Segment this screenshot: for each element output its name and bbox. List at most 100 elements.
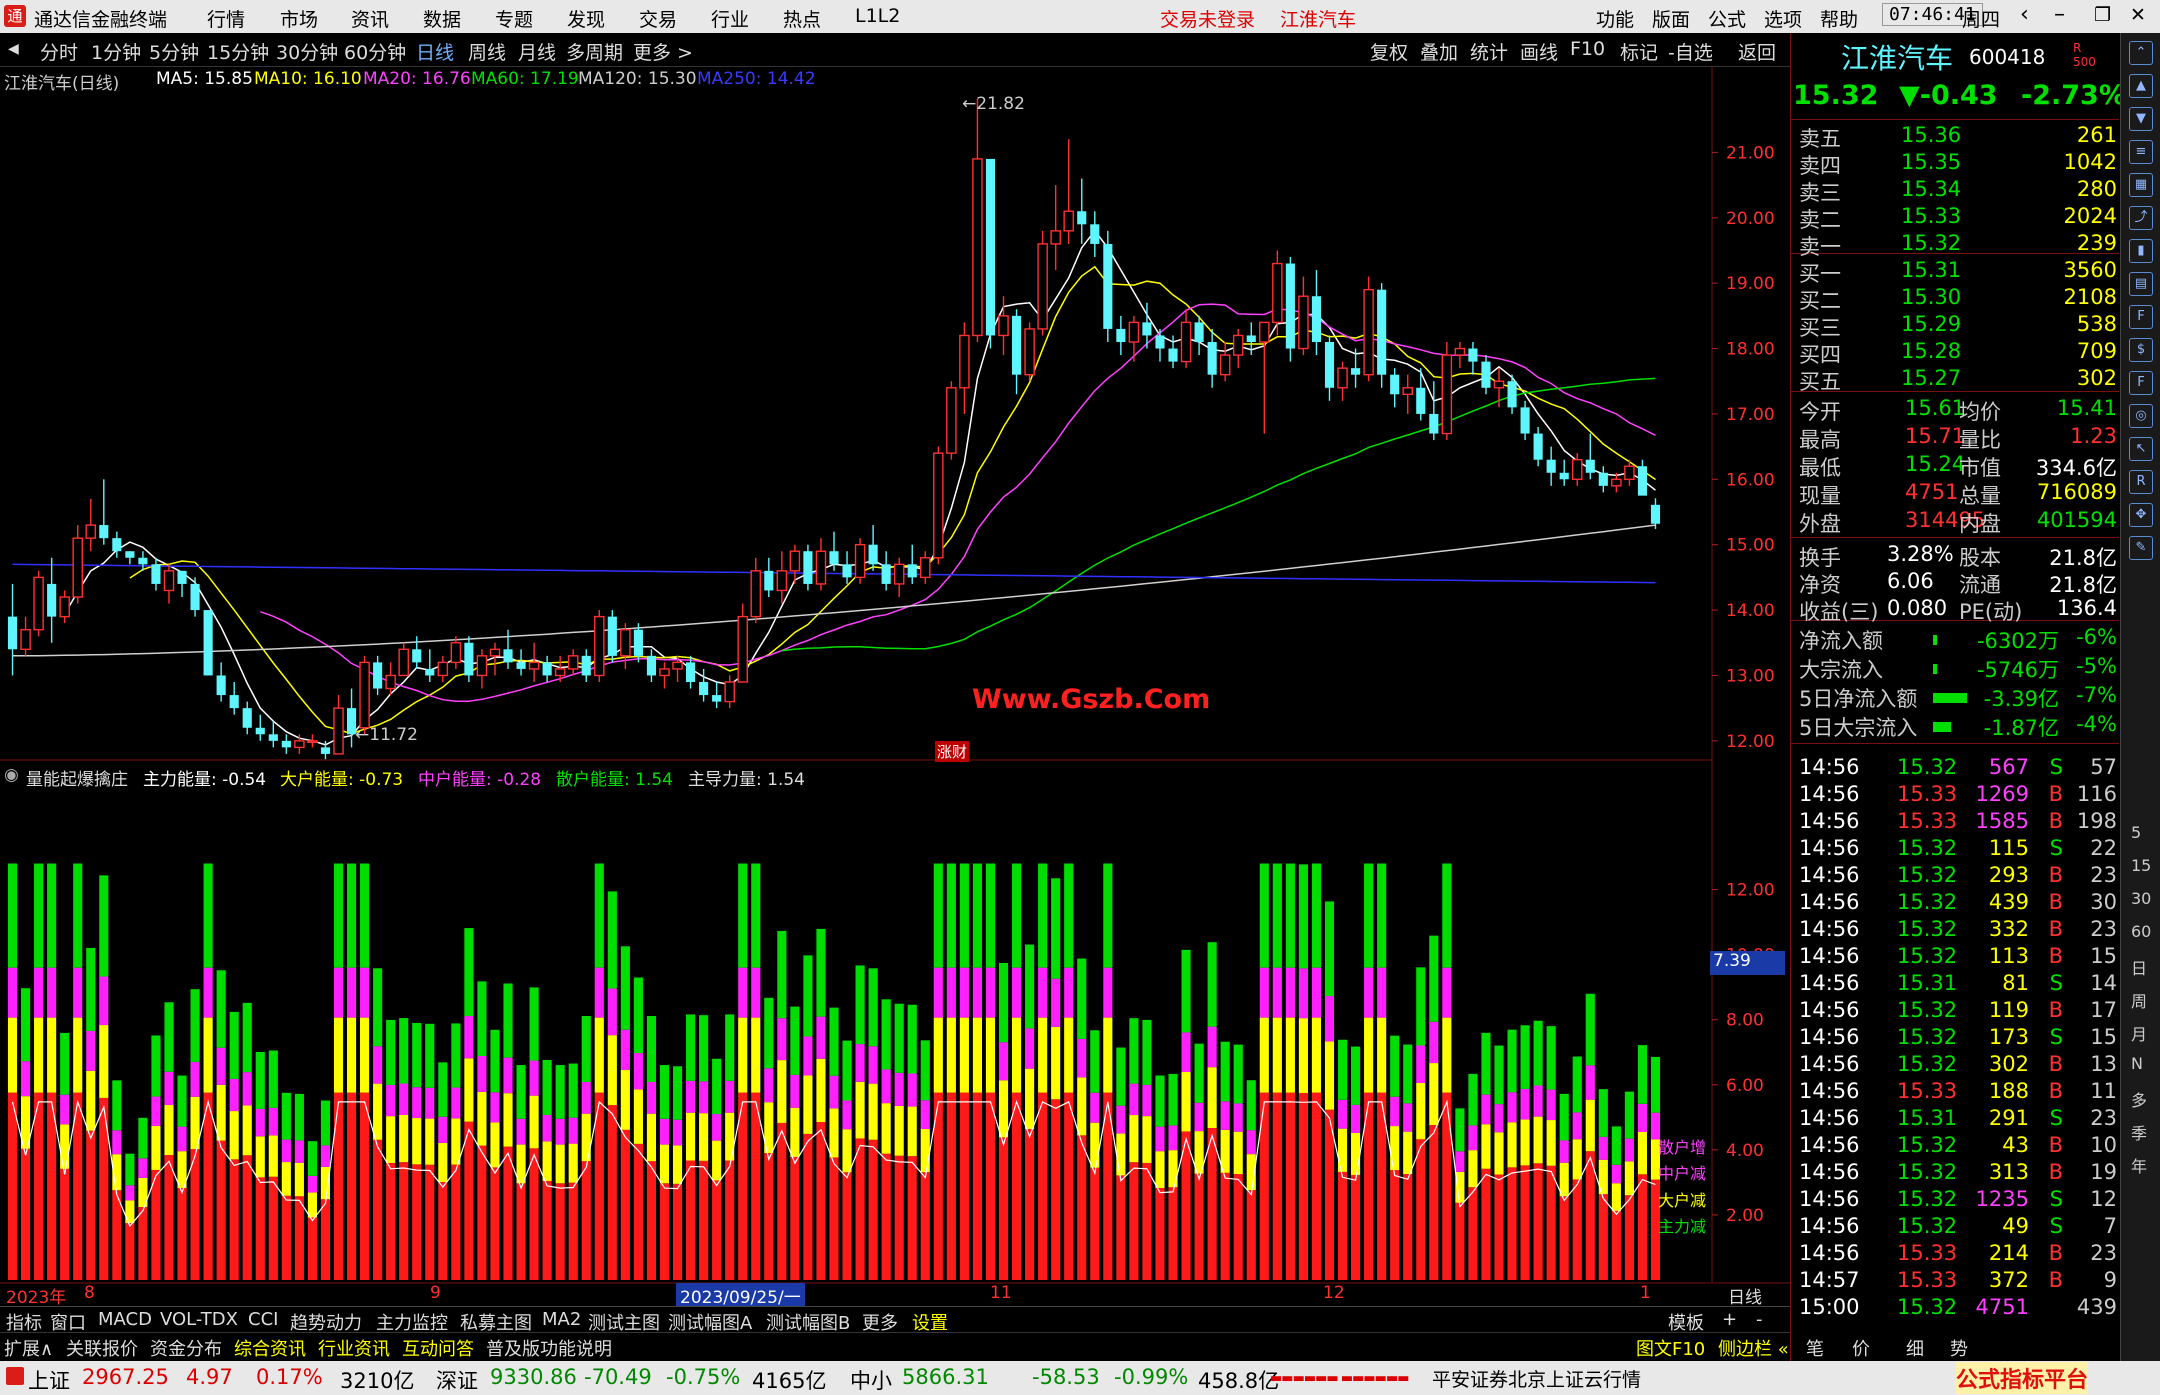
back-arrow-icon[interactable]: ‹ [2020,2,2029,27]
menu-item[interactable]: 选项 [1764,5,1802,32]
sidebar-period[interactable]: 30 [2131,889,2151,908]
sidebar-period[interactable]: 15 [2131,856,2151,875]
tab[interactable]: MA2 [542,1309,581,1330]
sh-label[interactable]: 上证 [28,1365,70,1395]
list-icon[interactable]: ≡ [2129,140,2153,164]
tab[interactable]: + [1722,1309,1737,1330]
sidebar-period[interactable]: 年 [2131,1153,2147,1177]
tab[interactable]: 资金分布 [150,1335,222,1361]
up-icon[interactable]: ▲ [2129,74,2153,98]
tab[interactable]: 互动问答 [402,1335,474,1361]
big-energy-bar [333,1017,344,1093]
tab[interactable]: 关联报价 [66,1335,138,1361]
period-tab[interactable]: 分时 [40,38,78,65]
tab[interactable]: MACD [98,1309,152,1330]
tab[interactable]: 笔 [1806,1335,1824,1361]
retail-energy-bar [946,863,956,968]
tab[interactable]: 行业资讯 [318,1335,390,1361]
menu-item[interactable]: 资讯 [351,5,389,32]
tool-button[interactable]: 返回 [1738,38,1776,65]
tab[interactable]: - [1756,1309,1763,1330]
menu-item[interactable]: 市场 [280,5,318,32]
pen-icon[interactable]: ✎ [2129,536,2153,560]
sidebar-period[interactable]: 月 [2131,1021,2147,1045]
target-icon[interactable]: ◎ [2129,404,2153,428]
period-tab[interactable]: 周线 [468,38,506,65]
doc-icon[interactable]: ▤ [2129,272,2153,296]
restore-icon[interactable]: ❐ [2094,4,2111,26]
tool-button[interactable]: 复权 [1370,38,1408,65]
tool-button[interactable]: -自选 [1668,38,1713,65]
minimize-icon[interactable]: – [2054,2,2065,27]
tool-button[interactable]: 叠加 [1420,38,1458,65]
zx-label[interactable]: 中小 [850,1365,892,1395]
menu-item[interactable]: 数据 [423,5,461,32]
menu-item[interactable]: 功能 [1596,5,1634,32]
expand-icon[interactable]: ⌃ [2129,41,2153,65]
tab[interactable]: 势 [1950,1335,1968,1361]
period-tab[interactable]: 1分钟 [91,38,141,65]
tool-button[interactable]: 统计 [1470,38,1508,65]
login-status[interactable]: 交易未登录 [1160,5,1255,32]
sidebar-period[interactable]: 60 [2131,922,2151,941]
rsi-icon[interactable]: R [2129,470,2153,494]
sz-label[interactable]: 深证 [436,1365,478,1395]
menu-item[interactable]: 交易 [639,5,677,32]
tab[interactable]: 价 [1852,1335,1870,1361]
tab[interactable]: 图文F10 [1636,1335,1705,1361]
period-tab[interactable]: 月线 [518,38,556,65]
mid-energy-bar [138,1158,148,1178]
big-energy-bar [868,1083,878,1140]
menu-item[interactable]: 专题 [495,5,533,32]
sidebar-period[interactable]: N [2131,1054,2143,1073]
menu-item[interactable]: 帮助 [1820,5,1858,32]
period-tab[interactable]: 多周期 [566,38,623,65]
move-icon[interactable]: ✥ [2129,503,2153,527]
tab[interactable]: 扩展∧ [4,1335,53,1361]
tab[interactable]: VOL-TDX [160,1309,238,1330]
menu-item[interactable]: 公式 [1708,5,1746,32]
candle-body [1533,433,1543,460]
period-more[interactable]: 更多 > [633,38,693,65]
period-tab[interactable]: 60分钟 [344,38,406,65]
close-icon[interactable]: ✕ [2130,4,2146,26]
period-tab-active[interactable]: 日线 [416,38,454,65]
chart-area[interactable]: 21.0020.0019.0018.0017.0016.0015.0014.00… [0,67,1790,1307]
kline-icon[interactable]: ▮ [2129,239,2153,263]
down-icon[interactable]: ▼ [2129,107,2153,131]
tab[interactable]: 综合资讯 [234,1335,306,1361]
sidebar-period[interactable]: 5 [2131,823,2141,842]
tab[interactable]: 细 [1906,1335,1924,1361]
chart-icon[interactable]: ⤴ [2129,206,2153,230]
tab[interactable]: 侧边栏 « [1718,1335,1789,1361]
cursor-icon[interactable]: ↖ [2129,437,2153,461]
menu-item[interactable]: 行业 [711,5,749,32]
period-tab[interactable]: 15分钟 [207,38,269,65]
indicator-toggle-icon[interactable]: ◉ [4,765,19,785]
tool-button[interactable]: 标记 [1620,38,1658,65]
candle-body [229,695,239,709]
sidebar-period[interactable]: 日 [2131,955,2147,979]
menu-item[interactable]: 热点 [783,5,821,32]
tab[interactable]: 普及版功能说明 [486,1335,612,1361]
main-energy-bar [542,1180,552,1280]
sidebar-period[interactable]: 周 [2131,988,2147,1012]
tool-button[interactable]: F10 [1570,38,1605,60]
sidebar-period[interactable]: 多 [2131,1087,2147,1111]
tool-button[interactable]: 画线 [1520,38,1558,65]
grid-icon[interactable]: ▦ [2129,173,2153,197]
menu-item[interactable]: 版面 [1652,5,1690,32]
menu-item[interactable]: L1L2 [855,5,900,27]
menu-item[interactable]: 发现 [567,5,605,32]
tab[interactable]: CCI [248,1309,278,1330]
period-tab[interactable]: 5分钟 [149,38,199,65]
period-tab[interactable]: 30分钟 [276,38,338,65]
big-energy-bar [555,1144,565,1184]
collapse-icon[interactable]: ◀ [8,41,19,57]
f10-icon[interactable]: F [2129,305,2153,329]
event-tag[interactable]: 涨财 [935,741,970,762]
sidebar-period[interactable]: 季 [2131,1120,2147,1144]
f12-icon[interactable]: F [2129,371,2153,395]
money-icon[interactable]: $ [2129,338,2153,362]
menu-item[interactable]: 行情 [207,5,245,32]
